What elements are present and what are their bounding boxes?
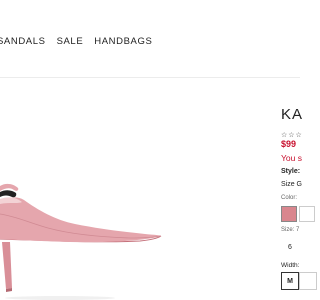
nav-item-sale[interactable]: SALE <box>57 36 84 50</box>
header-divider <box>0 77 300 78</box>
nav-item-handbags[interactable]: HANDBAGS <box>94 36 152 50</box>
color-swatch-alt[interactable] <box>299 206 315 222</box>
size-guide-link[interactable]: Size G <box>281 181 302 188</box>
product-title: KA <box>281 106 304 123</box>
nav-item-sandals[interactable]: SANDALS <box>0 36 46 50</box>
product-price: $99 <box>281 139 297 149</box>
main-nav: SANDALS SALE HANDBAGS <box>0 36 163 50</box>
style-line: Style: <box>281 168 300 175</box>
width-option-m[interactable]: M <box>281 272 299 290</box>
savings-text: You s <box>281 153 302 163</box>
product-image <box>0 183 162 300</box>
style-label: Style: <box>281 168 301 175</box>
size-option[interactable]: 6 <box>281 238 299 256</box>
color-label: Color: <box>281 195 298 201</box>
size-label: Size: 7 <box>281 227 300 233</box>
rating-stars[interactable]: ☆☆☆ <box>281 131 303 139</box>
width-label: Width: <box>281 262 300 269</box>
color-swatch-pink[interactable] <box>281 206 297 222</box>
width-option-alt[interactable] <box>299 272 317 290</box>
